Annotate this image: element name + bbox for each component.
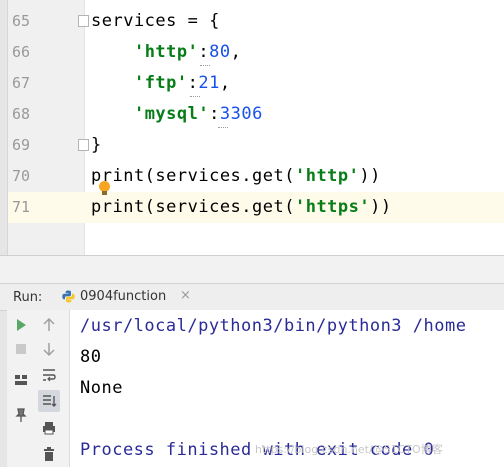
- line-number: 67: [12, 74, 31, 92]
- soft-wrap-icon[interactable]: [40, 366, 58, 384]
- run-tool-window-header: Run: 0904function ×: [0, 283, 504, 311]
- code-text: services = {: [91, 11, 220, 31]
- warning-squiggle: [190, 93, 200, 97]
- code-token: print(services.get(: [91, 166, 295, 186]
- code-editor[interactable]: 65 services = {66 'http':80, 67 'ftp':21, 6…: [0, 0, 504, 255]
- console-command-line[interactable]: /usr/local/python3/bin/python3 /home: [80, 316, 466, 336]
- panel-splitter[interactable]: [0, 255, 504, 284]
- console-output-line: 80: [80, 347, 102, 367]
- fold-open-marker[interactable]: [78, 15, 89, 27]
- line-number: 68: [12, 105, 31, 123]
- code-line[interactable]: 69}: [0, 130, 504, 161]
- code-token: 21: [198, 73, 220, 93]
- code-token: }: [91, 135, 102, 155]
- arrow-down-icon[interactable]: [40, 340, 58, 358]
- line-number: 66: [12, 43, 31, 61]
- code-token: print(services.get(: [91, 197, 295, 217]
- run-config-tab-label: 0904function: [80, 289, 167, 304]
- code-token: :: [209, 104, 220, 124]
- code-text: print(services.get('http')): [91, 166, 381, 186]
- code-token: ,: [219, 73, 231, 93]
- code-line[interactable]: 65 services = {: [0, 6, 504, 37]
- code-line[interactable]: 66 'http':80,: [0, 37, 504, 68]
- console-output-line: None: [80, 378, 123, 398]
- line-number: 69: [12, 136, 31, 154]
- warning-squiggle: [200, 62, 210, 66]
- code-token: 'https': [294, 197, 371, 217]
- line-number: 71: [12, 198, 31, 216]
- code-line[interactable]: 67 'ftp':21,: [0, 68, 504, 99]
- code-text: 'ftp':21,: [91, 73, 231, 93]
- rerun-icon[interactable]: [12, 316, 30, 334]
- code-token: 'http': [133, 42, 199, 62]
- trash-icon[interactable]: [40, 445, 58, 463]
- code-token: ,: [230, 42, 242, 62]
- code-token: services = {: [91, 11, 220, 31]
- lightbulb-icon[interactable]: [99, 181, 110, 195]
- run-side-toolbar: [7, 310, 70, 467]
- code-token: 'http': [294, 166, 360, 186]
- code-line[interactable]: 71 print(services.get('https')): [0, 192, 504, 223]
- layout-icon[interactable]: [12, 371, 30, 389]
- warning-squiggle: [218, 124, 228, 128]
- code-token: :: [198, 42, 210, 62]
- close-icon[interactable]: ×: [180, 288, 191, 303]
- watermark: https://blog.csdn.net/@51CTO博客: [255, 443, 443, 456]
- line-number: 65: [12, 12, 31, 30]
- code-token: :: [187, 73, 199, 93]
- code-token: 3306: [219, 104, 263, 124]
- fold-close-marker[interactable]: [78, 139, 89, 151]
- code-token: 'mysql': [133, 104, 210, 124]
- arrow-up-icon[interactable]: [40, 316, 58, 334]
- code-text: }: [91, 135, 102, 155]
- code-line[interactable]: 70 print(services.get('http')): [0, 161, 504, 192]
- code-text: print(services.get('https')): [91, 197, 392, 217]
- run-label: Run:: [13, 290, 43, 305]
- pin-icon[interactable]: [12, 406, 30, 424]
- stop-icon[interactable]: [12, 340, 30, 358]
- line-number: 70: [12, 167, 31, 185]
- scroll-to-end-icon[interactable]: [40, 392, 58, 410]
- code-token: 'ftp': [133, 73, 188, 93]
- code-token: )): [359, 166, 381, 186]
- code-token: 80: [209, 42, 231, 62]
- python-icon: [62, 290, 75, 303]
- code-token: )): [370, 197, 392, 217]
- print-icon[interactable]: [40, 419, 58, 437]
- code-text: 'http':80,: [91, 42, 241, 62]
- code-line[interactable]: 68 'mysql':3306: [0, 99, 504, 130]
- code-text: 'mysql':3306: [91, 104, 263, 124]
